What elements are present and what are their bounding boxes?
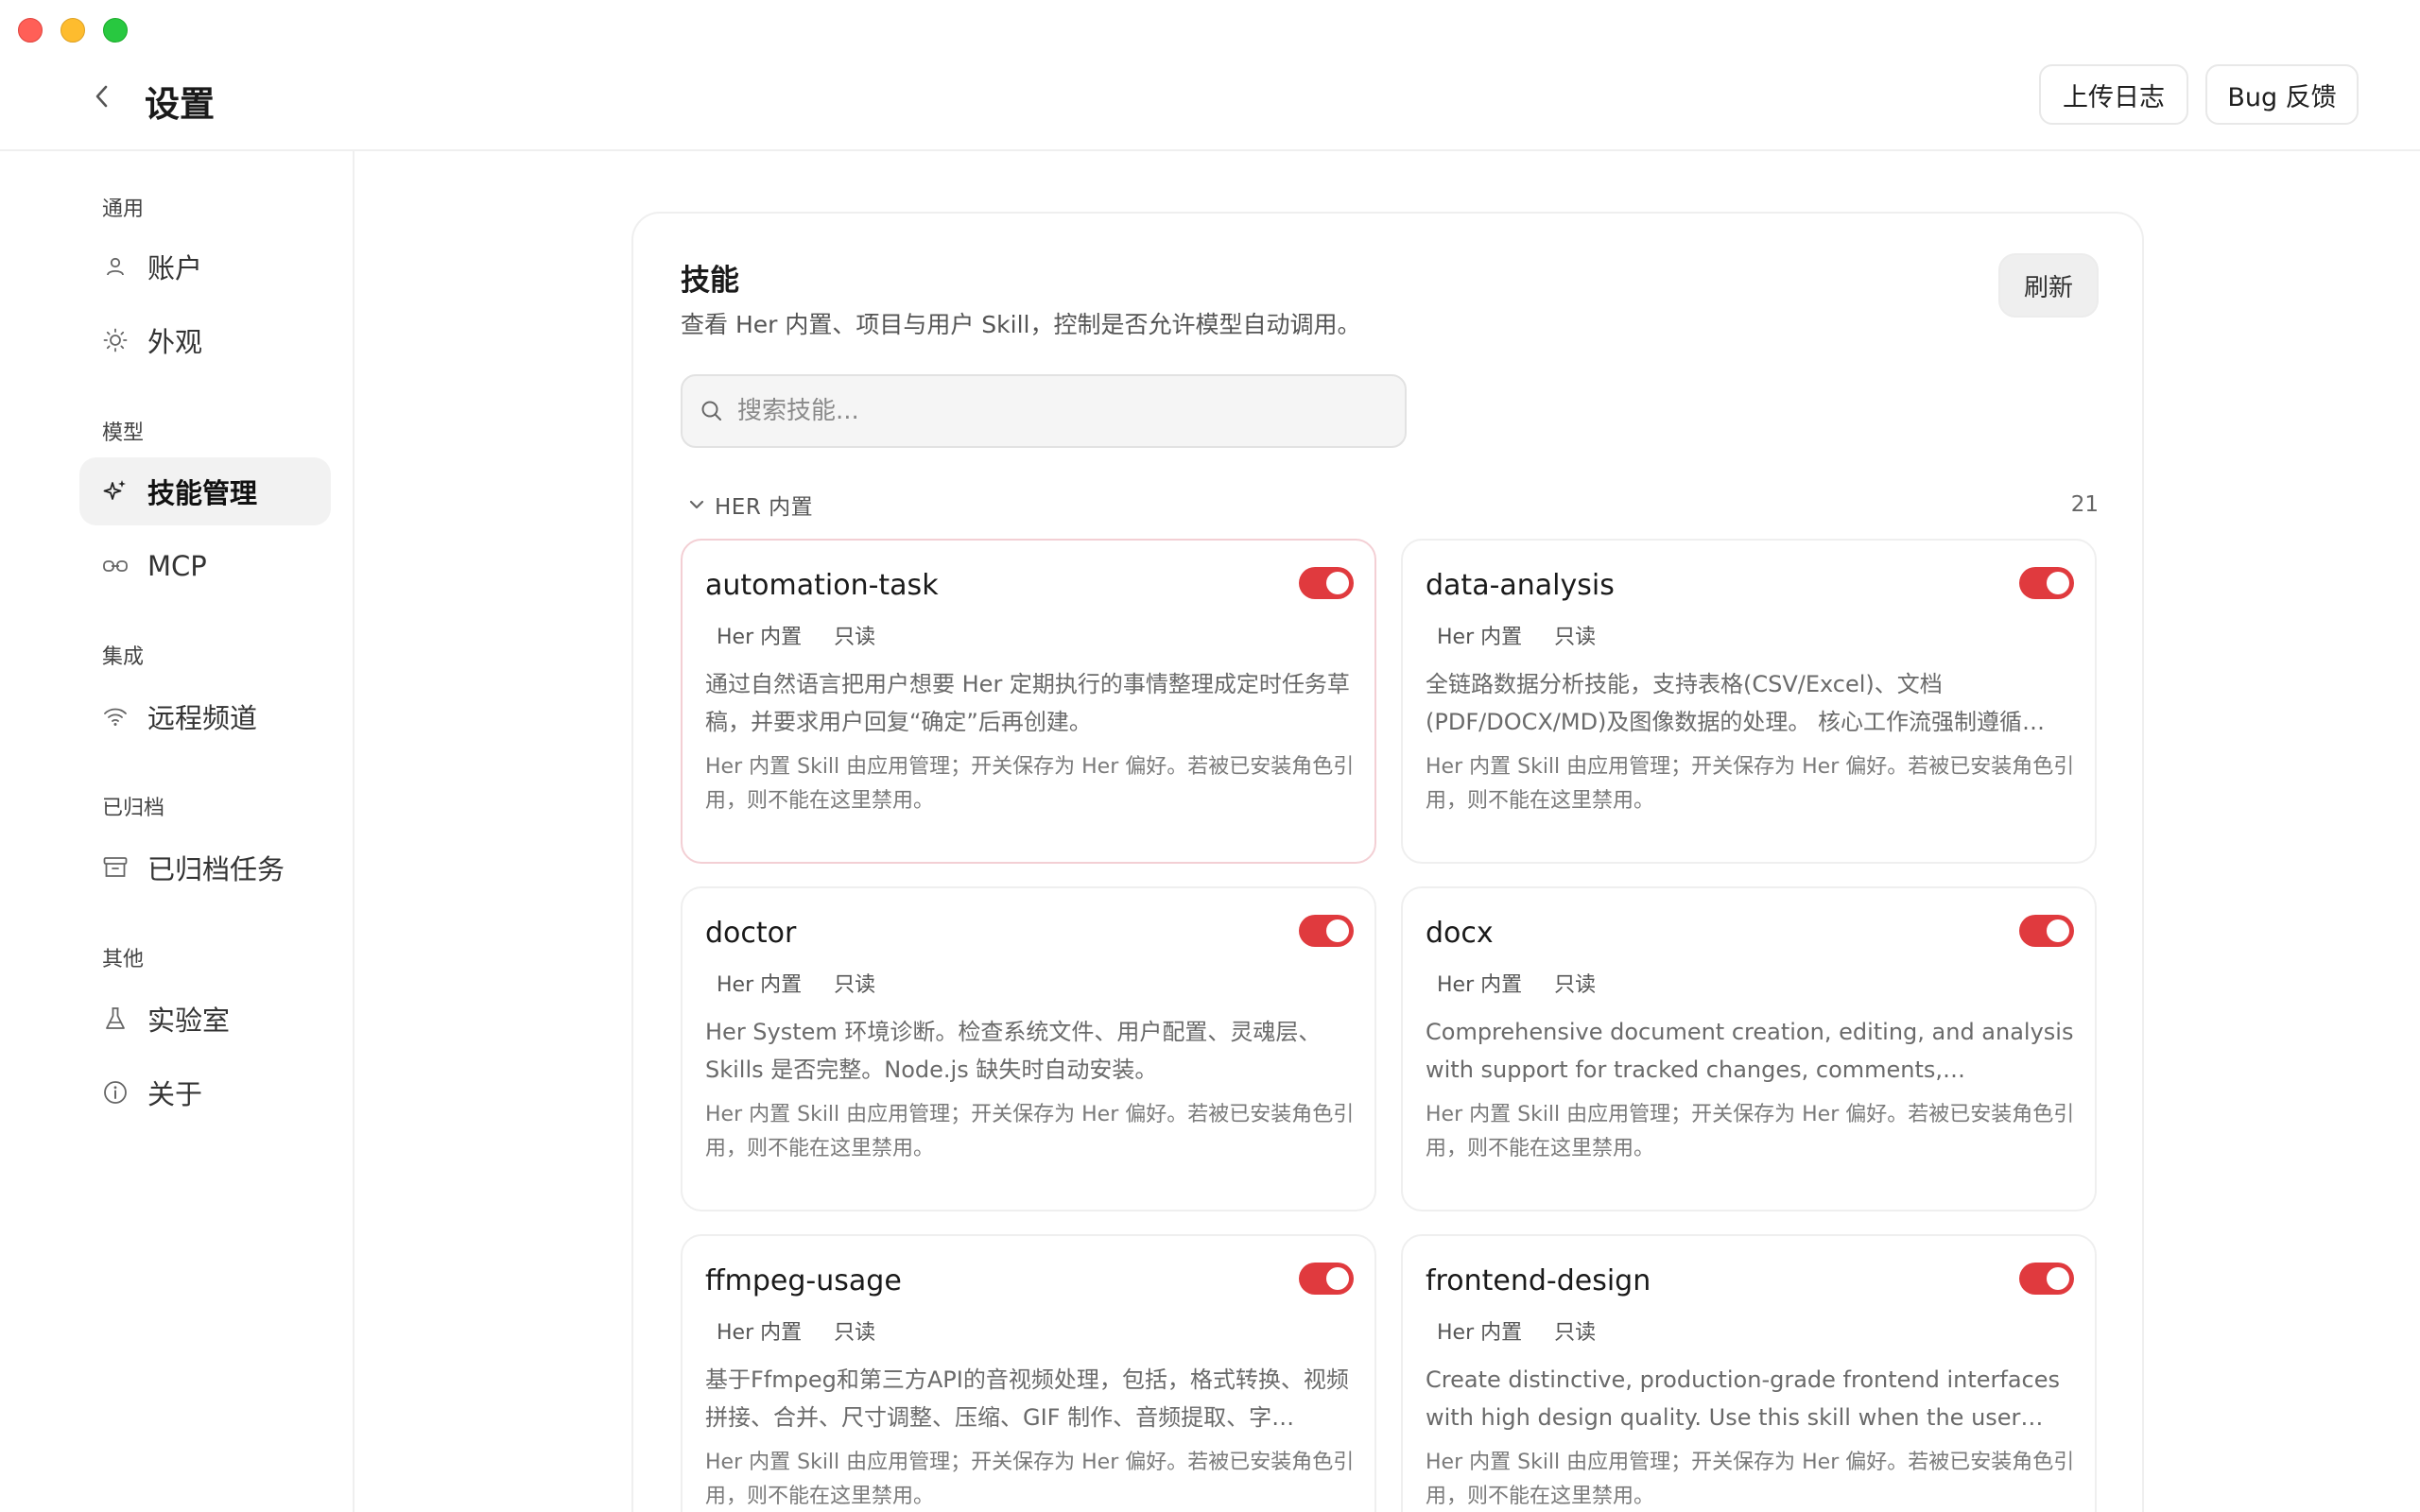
skill-card[interactable]: doctor Her 内置 只读 Her System 环境诊断。检查系统文件、用… — [681, 886, 1376, 1211]
user-icon — [102, 253, 129, 280]
refresh-button[interactable]: 刷新 — [1998, 253, 2099, 318]
toggle-knob — [2047, 572, 2069, 594]
sidebar-item-remote-channel[interactable]: 远程频道 — [79, 682, 331, 750]
skill-note: Her 内置 Skill 由应用管理；开关保存为 Her 偏好。若被已安装角色引… — [1426, 1451, 2075, 1508]
skill-enable-toggle[interactable] — [2019, 915, 2074, 947]
sidebar-item-label: 远程频道 — [147, 702, 258, 734]
panel-subtitle: 查看 Her 内置、项目与用户 Skill，控制是否允许模型自动调用。 — [681, 311, 1361, 338]
skill-card[interactable]: docx Her 内置 只读 Comprehensive document cre… — [1401, 886, 2097, 1211]
sidebar-item-archived-tasks[interactable]: 已归档任务 — [79, 833, 331, 902]
skill-name: docx — [1426, 917, 1494, 950]
sidebar-item-account[interactable]: 账户 — [79, 232, 331, 301]
back-button[interactable] — [87, 81, 117, 112]
sidebar-item-label: 账户 — [147, 252, 203, 284]
sidebar-item-label: 外观 — [147, 326, 203, 358]
readonly-tag: 只读 — [1554, 1321, 1597, 1345]
skill-description: Create distinctive, production-grade fro… — [1426, 1366, 2061, 1431]
sidebar-item-about[interactable]: 关于 — [79, 1058, 331, 1126]
source-tag: Her 内置 — [717, 973, 803, 997]
readonly-tag: 只读 — [1554, 973, 1597, 997]
sidebar-item-lab[interactable]: 实验室 — [79, 985, 331, 1053]
skill-card[interactable]: ffmpeg-usage Her 内置 只读 基于Ffmpeg和第三方API的音视… — [681, 1234, 1376, 1512]
sidebar: 通用 账户 外观 模型 技能管理 MCP 集成 远程频道 已归档 已归档任务 其… — [0, 151, 354, 1512]
skill-description: 通过自然语言把用户想要 Her 定期执行的事情整理成定时任务草稿，并要求用户回复… — [705, 671, 1350, 735]
sidebar-section-archived: 已归档 — [102, 797, 165, 820]
skill-name: ffmpeg-usage — [705, 1264, 902, 1297]
panel-title: 技能 — [681, 264, 739, 298]
chevron-left-icon — [95, 85, 108, 108]
skill-note: Her 内置 Skill 由应用管理；开关保存为 Her 偏好。若被已安装角色引… — [705, 1451, 1355, 1508]
source-tag: Her 内置 — [1437, 626, 1523, 649]
skills-panel: 技能 查看 Her 内置、项目与用户 Skill，控制是否允许模型自动调用。 刷… — [631, 212, 2144, 1512]
sidebar-section-integration: 集成 — [102, 645, 145, 669]
info-icon — [102, 1079, 129, 1106]
search-icon — [701, 401, 721, 421]
toggle-knob — [1326, 572, 1349, 594]
readonly-tag: 只读 — [834, 973, 876, 997]
sidebar-section-general: 通用 — [102, 198, 145, 221]
toggle-knob — [2047, 919, 2069, 942]
skill-note: Her 内置 Skill 由应用管理；开关保存为 Her 偏好。若被已安装角色引… — [705, 1103, 1355, 1160]
skill-description: 全链路数据分析技能，支持表格(CSV/Excel)、文档(PDF/DOCX/MD… — [1426, 671, 2046, 735]
source-tag: Her 内置 — [1437, 973, 1523, 997]
sidebar-section-model: 模型 — [102, 421, 145, 445]
search-box — [681, 374, 1407, 448]
source-tag: Her 内置 — [717, 626, 803, 649]
toggle-knob — [1326, 919, 1349, 942]
chevron-down-icon — [689, 500, 704, 509]
page-title: 设置 — [145, 84, 215, 125]
skill-note: Her 内置 Skill 由应用管理；开关保存为 Her 偏好。若被已安装角色引… — [705, 755, 1355, 813]
sparkle-icon — [102, 478, 129, 505]
skill-name: automation-task — [705, 569, 939, 602]
readonly-tag: 只读 — [834, 626, 876, 649]
skill-description: 基于Ffmpeg和第三方API的音视频处理，包括，格式转换、视频拼接、合并、尺寸… — [705, 1366, 1349, 1431]
skill-enable-toggle[interactable] — [1299, 1263, 1354, 1295]
sidebar-item-label: 技能管理 — [147, 477, 258, 509]
skill-name: frontend-design — [1426, 1264, 1651, 1297]
archive-icon — [102, 854, 129, 881]
skill-description: Comprehensive document creation, editing… — [1426, 1019, 2074, 1083]
header: 设置 上传日志 Bug 反馈 — [0, 0, 2420, 151]
sidebar-item-appearance[interactable]: 外观 — [79, 306, 331, 374]
upload-log-button[interactable]: 上传日志 — [2039, 64, 2188, 125]
group-count: 21 — [2070, 492, 2099, 517]
sidebar-item-label: 关于 — [147, 1078, 203, 1110]
sidebar-section-other: 其他 — [102, 948, 145, 971]
sidebar-item-label: MCP — [147, 550, 207, 582]
source-tag: Her 内置 — [1437, 1321, 1523, 1345]
skill-enable-toggle[interactable] — [1299, 915, 1354, 947]
toggle-knob — [1326, 1267, 1349, 1290]
group-label: HER 内置 — [715, 495, 814, 520]
skill-name: doctor — [705, 917, 797, 950]
skill-note: Her 内置 Skill 由应用管理；开关保存为 Her 偏好。若被已安装角色引… — [1426, 755, 2075, 813]
skill-enable-toggle[interactable] — [1299, 567, 1354, 599]
skill-description: Her System 环境诊断。检查系统文件、用户配置、灵魂层、Skills 是… — [705, 1019, 1322, 1083]
skill-name: data-analysis — [1426, 569, 1615, 602]
group-header-her-builtin[interactable]: HER 内置 21 — [688, 486, 2099, 524]
flask-icon — [102, 1005, 129, 1032]
skill-enable-toggle[interactable] — [2019, 567, 2074, 599]
wifi-icon — [102, 703, 129, 730]
skill-card[interactable]: automation-task Her 内置 只读 通过自然语言把用户想要 Her… — [681, 539, 1376, 864]
link-icon — [102, 553, 129, 579]
skill-card[interactable]: data-analysis Her 内置 只读 全链路数据分析技能，支持表格(CS… — [1401, 539, 2097, 864]
sidebar-item-skills[interactable]: 技能管理 — [79, 457, 331, 525]
skill-note: Her 内置 Skill 由应用管理；开关保存为 Her 偏好。若被已安装角色引… — [1426, 1103, 2075, 1160]
source-tag: Her 内置 — [717, 1321, 803, 1345]
toggle-knob — [2047, 1267, 2069, 1290]
sidebar-item-label: 已归档任务 — [147, 853, 285, 885]
sidebar-item-mcp[interactable]: MCP — [79, 532, 331, 600]
skill-enable-toggle[interactable] — [2019, 1263, 2074, 1295]
sidebar-item-label: 实验室 — [147, 1005, 231, 1037]
readonly-tag: 只读 — [834, 1321, 876, 1345]
search-input[interactable] — [737, 397, 1380, 425]
sun-icon — [102, 327, 129, 353]
readonly-tag: 只读 — [1554, 626, 1597, 649]
skill-card[interactable]: frontend-design Her 内置 只读 Create distinct… — [1401, 1234, 2097, 1512]
bug-report-button[interactable]: Bug 反馈 — [2205, 64, 2359, 125]
